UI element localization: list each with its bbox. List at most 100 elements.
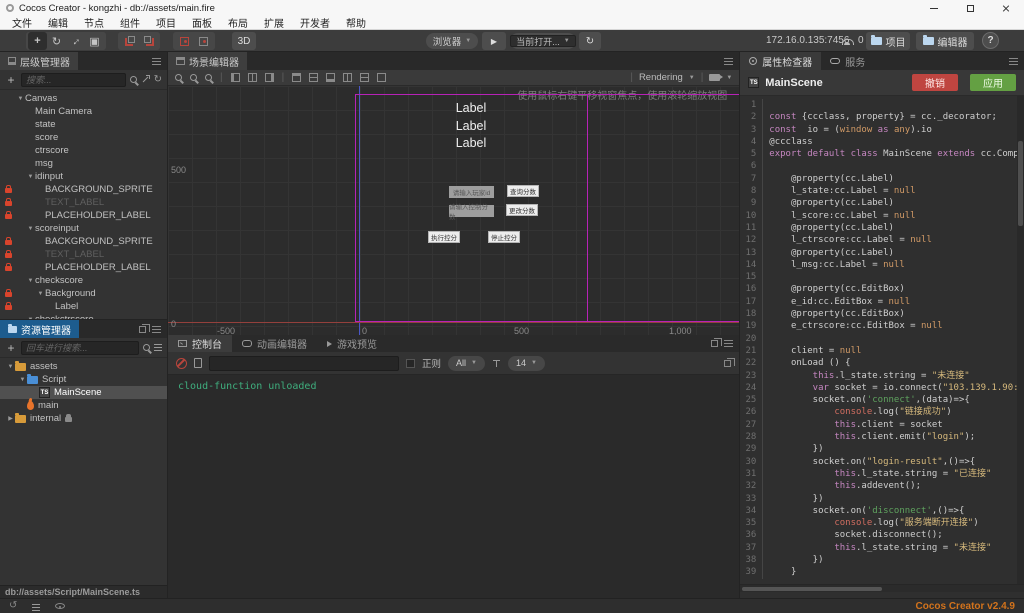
revert-button[interactable]: 撤销 <box>912 74 958 91</box>
hierarchy-node-idinput[interactable]: ▼idinput <box>0 170 167 183</box>
hierarchy-node-main-camera[interactable]: Main Camera <box>0 105 167 118</box>
distribute-v-icon[interactable] <box>360 73 369 82</box>
log-file-icon[interactable] <box>194 358 202 368</box>
scrollbar-thumb[interactable] <box>1018 141 1023 226</box>
tab-hierarchy[interactable]: 层级管理器 <box>0 52 78 70</box>
hierarchy-node-placeholder-label[interactable]: PLACEHOLDER_LABEL <box>0 261 167 274</box>
expand-arrow-icon[interactable]: ▼ <box>18 377 27 383</box>
menu-item-9[interactable]: 帮助 <box>338 15 374 30</box>
zoom-in-icon[interactable] <box>175 74 182 81</box>
open-editor-button[interactable]: 编辑器 <box>916 32 974 50</box>
check-score-button[interactable]: 查询分数 <box>507 185 539 197</box>
search-icon[interactable] <box>130 76 137 83</box>
hierarchy-search-input[interactable] <box>21 73 126 87</box>
preview-target-dropdown[interactable]: 浏览器▼ <box>426 33 478 49</box>
menu-item-8[interactable]: 开发者 <box>292 15 338 30</box>
hierarchy-node-text-label[interactable]: TEXT_LABEL <box>0 196 167 209</box>
hierarchy-node-checkctrscore[interactable]: ▼checkctrscore <box>0 313 167 319</box>
add-asset-button[interactable]: + <box>5 341 17 355</box>
asset-item-assets[interactable]: ▼assets <box>0 360 167 373</box>
menu-item-2[interactable]: 节点 <box>76 15 112 30</box>
rendering-dropdown[interactable]: Rendering <box>639 72 683 83</box>
hierarchy-node-ctrscore[interactable]: ctrscore <box>0 144 167 157</box>
hierarchy-node-state[interactable]: state <box>0 118 167 131</box>
search-icon[interactable] <box>143 344 150 351</box>
lock-icon[interactable] <box>5 188 12 193</box>
expand-icon[interactable] <box>724 360 731 367</box>
sort-icon[interactable] <box>154 344 162 345</box>
menu-item-3[interactable]: 组件 <box>112 15 148 30</box>
label-node-2[interactable]: Label <box>452 135 490 153</box>
horizontal-scrollbar[interactable] <box>740 584 1024 592</box>
chevron-down-icon[interactable]: ▼ <box>689 75 695 81</box>
clear-log-icon[interactable] <box>176 358 187 369</box>
refresh-preview-button[interactable]: ↻ <box>579 32 601 50</box>
minimize-button[interactable] <box>916 0 952 16</box>
expand-arrow-icon[interactable]: ▶ <box>6 415 15 422</box>
scrollbar-thumb[interactable] <box>742 587 882 591</box>
close-button[interactable] <box>988 0 1024 16</box>
hierarchy-node-background-sprite[interactable]: BACKGROUND_SPRITE <box>0 235 167 248</box>
distribute-size-icon[interactable] <box>377 73 386 82</box>
lock-icon[interactable] <box>5 266 12 271</box>
player-id-editbox[interactable]: 请输入玩家id <box>449 186 494 198</box>
refresh-icon[interactable]: ↻ <box>154 75 162 85</box>
popout-icon[interactable] <box>139 326 146 333</box>
label-node-1[interactable]: Label <box>452 118 490 136</box>
tab-scene-editor[interactable]: 场景编辑器 <box>168 52 247 70</box>
play-button[interactable]: ▶ <box>482 32 506 50</box>
label-node-0[interactable]: Label <box>452 100 490 118</box>
log-level-dropdown[interactable]: All▼ <box>448 356 485 371</box>
expand-arrow-icon[interactable]: ▼ <box>26 226 35 232</box>
scene-label-nodes[interactable]: LabelLabelLabel <box>452 100 490 153</box>
expand-arrow-icon[interactable]: ▼ <box>26 278 35 284</box>
3d-mode-button[interactable]: 3D <box>232 32 256 50</box>
lock-icon[interactable] <box>5 201 12 206</box>
local-coord-button[interactable] <box>175 32 194 50</box>
panel-menu-icon[interactable] <box>152 61 161 62</box>
menu-item-4[interactable]: 项目 <box>148 15 184 30</box>
expand-arrow-icon[interactable]: ▼ <box>26 174 35 180</box>
eye-icon[interactable] <box>55 603 65 609</box>
zoom-out-icon[interactable] <box>190 74 197 81</box>
align-right-icon[interactable] <box>265 73 274 82</box>
hierarchy-node-background-sprite[interactable]: BACKGROUND_SPRITE <box>0 183 167 196</box>
align-v-center-icon[interactable] <box>309 73 318 82</box>
maximize-button[interactable] <box>952 0 988 16</box>
world-coord-button[interactable] <box>194 32 213 50</box>
menu-item-0[interactable]: 文件 <box>4 15 40 30</box>
expand-arrow-icon[interactable]: ▼ <box>6 364 15 370</box>
apply-button[interactable]: 应用 <box>970 74 1016 91</box>
rect-tool-button[interactable]: ▣ <box>85 32 104 50</box>
tab--[interactable]: 控制台 <box>168 335 232 352</box>
expand-arrow-icon[interactable]: ▼ <box>26 317 35 320</box>
tab--[interactable]: 动画编辑器 <box>232 335 317 352</box>
menu-item-7[interactable]: 扩展 <box>256 15 292 30</box>
hierarchy-node-score[interactable]: score <box>0 131 167 144</box>
stop-ctrl-button[interactable]: 停止控分 <box>488 231 520 243</box>
vertical-scrollbar[interactable] <box>1017 96 1024 584</box>
chevron-down-icon[interactable]: ▼ <box>726 75 732 81</box>
console-filter-input[interactable] <box>209 356 399 371</box>
anchor-toggle-button[interactable] <box>139 32 158 50</box>
scale-tool-button[interactable]: ↔ <box>66 32 85 50</box>
change-score-button[interactable]: 更改分数 <box>506 204 538 216</box>
sync-icon[interactable]: ↺ <box>9 601 17 611</box>
align-h-center-icon[interactable] <box>248 73 257 82</box>
hierarchy-node-background[interactable]: ▼Background <box>0 287 167 300</box>
node-picker-icon[interactable] <box>141 75 150 84</box>
panel-menu-icon[interactable] <box>724 61 733 62</box>
align-top-icon[interactable] <box>292 73 301 82</box>
regex-checkbox[interactable] <box>406 359 415 368</box>
zoom-reset-icon[interactable] <box>205 74 212 81</box>
align-bottom-icon[interactable] <box>326 73 335 82</box>
panel-menu-icon[interactable] <box>152 329 161 330</box>
expand-arrow-icon[interactable]: ▼ <box>36 291 45 297</box>
move-tool-button[interactable]: + <box>28 32 47 50</box>
task-list-icon[interactable] <box>32 604 40 605</box>
hierarchy-node-label[interactable]: Label <box>0 300 167 313</box>
expand-arrow-icon[interactable]: ▼ <box>16 96 25 102</box>
asset-item-mainscene[interactable]: TSMainScene <box>0 386 167 399</box>
hierarchy-node-text-label[interactable]: TEXT_LABEL <box>0 248 167 261</box>
tab-assets[interactable]: 资源管理器 <box>0 320 79 338</box>
